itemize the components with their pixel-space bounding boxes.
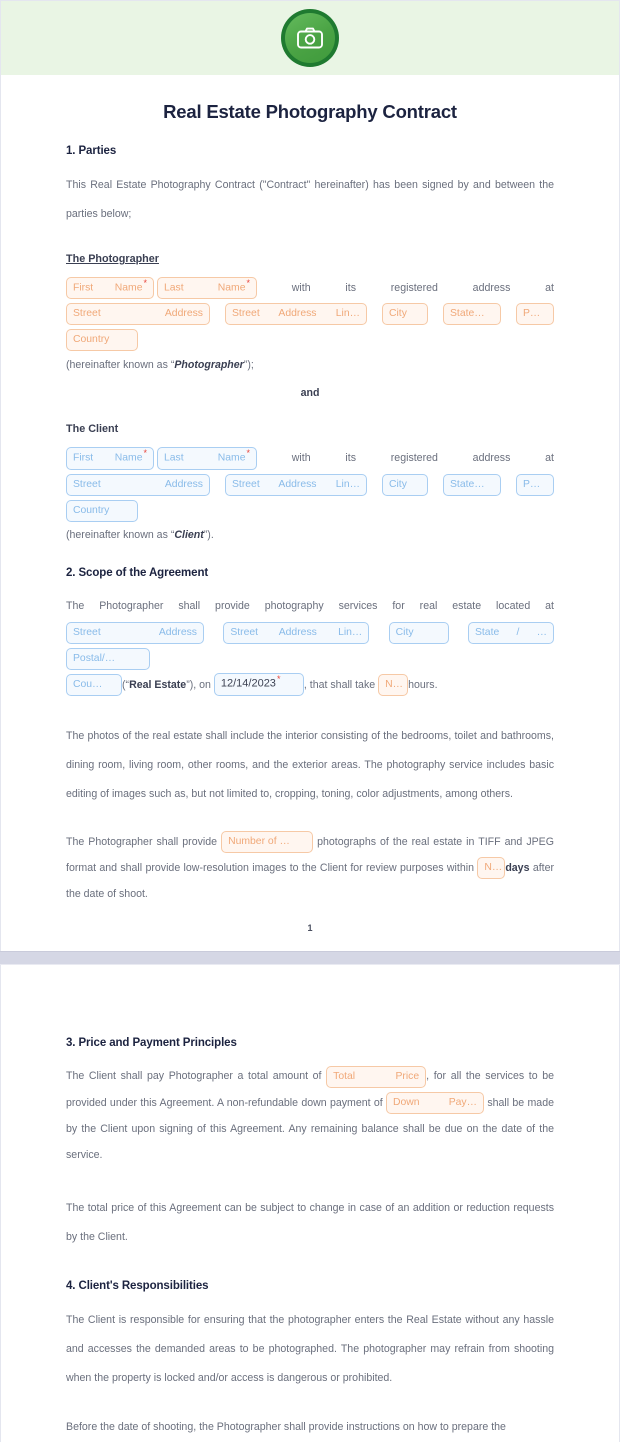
photographer-identity-row: First Name* Last Name* with its registere… <box>66 275 554 301</box>
client-heading: The Client <box>66 423 119 436</box>
total-price-field[interactable]: Total Price <box>326 1065 427 1088</box>
page-2-content: 3. Price and Payment Principles The Clie… <box>1 1037 619 1442</box>
price-pre-text: The Client shall pay Photographer a tota… <box>66 1070 322 1083</box>
document-page-1: Real Estate Photography Contract 1. Part… <box>0 0 620 952</box>
price-change-paragraph: The total price of this Agreement can be… <box>66 1202 554 1244</box>
review-days-field[interactable]: N… <box>477 857 506 880</box>
required-asterisk: * <box>246 448 250 459</box>
label-registered: registered <box>390 452 438 465</box>
page-2-top-margin <box>1 965 619 1037</box>
label-address: address <box>472 452 511 465</box>
delivery-pre-text: The Photographer shall provide <box>66 836 218 849</box>
photographer-state-field[interactable]: State… <box>443 303 501 326</box>
photographer-hereinafter: (hereinafter known as “Photographer”); <box>66 359 254 372</box>
scope-lead-row: The Photographer shall provide photograp… <box>66 593 554 619</box>
property-street-address-line2-field[interactable]: Street Address Lin… <box>223 621 370 644</box>
client-responsibilities-paragraph-2: Before the date of shooting, the Photogr… <box>66 1421 506 1434</box>
property-city-field[interactable]: City <box>388 621 449 644</box>
property-postal-field[interactable]: Postal/… <box>66 647 150 670</box>
price-row: The Client shall pay Photographer a tota… <box>66 1063 554 1168</box>
client-identity-row: First Name* Last Name* with its registere… <box>66 445 554 471</box>
page-1-content: Real Estate Photography Contract 1. Part… <box>1 101 619 951</box>
logo <box>281 9 339 67</box>
document-header-band <box>1 0 619 75</box>
scope-address-row: Street Address Street Address Lin… City … <box>66 620 554 672</box>
required-asterisk: * <box>143 448 147 459</box>
photographer-street-address-line2-field[interactable]: Street Address Lin… <box>225 303 367 326</box>
property-street-address-field[interactable]: Street Address <box>66 621 204 644</box>
label-with: with <box>291 452 311 465</box>
shoot-hours-field[interactable]: N… <box>378 673 409 696</box>
client-country-field[interactable]: Country <box>66 499 138 522</box>
page-number: 1 <box>307 923 313 934</box>
photographer-last-name-field[interactable]: Last Name* <box>157 276 257 300</box>
client-city-field[interactable]: City <box>382 473 428 496</box>
section-4-heading: 4. Client's Responsibilities <box>66 1280 209 1293</box>
days-label: days <box>505 862 530 875</box>
page-break-divider <box>0 951 620 966</box>
scope-date-row: Cou… (“Real Estate”), on 12/14/2023*, tha… <box>66 672 554 698</box>
delivery-row: The Photographer shall provide Number of… <box>66 829 554 908</box>
label-address: address <box>472 282 511 295</box>
section-1-heading: 1. Parties <box>66 145 117 157</box>
client-address-row: Street Address Street Address Lin… City … <box>66 471 554 523</box>
required-asterisk: * <box>276 674 281 685</box>
section-3-heading: 3. Price and Payment Principles <box>66 1037 237 1050</box>
after-date-text: , that shall take <box>303 678 376 691</box>
shoot-date-field[interactable]: 12/14/2023* <box>213 673 304 697</box>
label-registered: registered <box>390 282 438 295</box>
client-postal-field[interactable]: P… <box>516 473 554 496</box>
required-asterisk: * <box>143 277 147 288</box>
photographer-heading: The Photographer <box>66 253 159 265</box>
contract-document: Real Estate Photography Contract 1. Part… <box>0 0 620 1446</box>
client-last-name-field[interactable]: Last Name* <box>157 447 257 470</box>
scope-lead-text: The Photographer shall provide photograp… <box>66 600 554 613</box>
and-separator: and <box>300 387 320 400</box>
label-its: its <box>345 452 356 465</box>
section-1-intro: This Real Estate Photography Contract ("… <box>66 179 554 220</box>
down-payment-field[interactable]: Down Pay… <box>386 1091 485 1114</box>
client-street-address-line2-field[interactable]: Street Address Lin… <box>225 473 367 496</box>
after-hours-text: hours. <box>408 678 438 691</box>
photographer-postal-field[interactable]: P… <box>516 303 554 326</box>
photographer-country-field[interactable]: Country <box>66 329 138 352</box>
document-page-2: 3. Price and Payment Principles The Clie… <box>0 965 620 1443</box>
scope-photos-paragraph: The photos of the real estate shall incl… <box>66 729 554 800</box>
client-first-name-field[interactable]: First Name* <box>66 447 154 470</box>
client-hereinafter: (hereinafter known as “Client”). <box>66 529 214 542</box>
property-state-field[interactable]: State / … <box>467 621 554 644</box>
property-country-field[interactable]: Cou… <box>66 673 122 696</box>
required-asterisk: * <box>246 277 250 288</box>
label-at: at <box>545 282 554 295</box>
label-with: with <box>291 282 311 295</box>
real-estate-term-wrap: (“Real Estate”), on <box>122 678 211 691</box>
label-its: its <box>345 282 356 295</box>
label-at: at <box>545 452 554 465</box>
photographer-first-name-field[interactable]: First Name* <box>66 276 154 300</box>
client-responsibilities-paragraph-1: The Client is responsible for ensuring t… <box>66 1314 554 1385</box>
page-title: Real Estate Photography Contract <box>163 101 457 122</box>
camera-icon <box>285 13 335 63</box>
photographer-street-address-field[interactable]: Street Address <box>66 303 210 326</box>
client-state-field[interactable]: State… <box>443 473 501 496</box>
client-street-address-field[interactable]: Street Address <box>66 473 210 496</box>
photographer-city-field[interactable]: City <box>382 303 428 326</box>
section-2-heading: 2. Scope of the Agreement <box>66 567 209 580</box>
photographer-address-row: Street Address Street Address Lin… City … <box>66 301 554 353</box>
number-of-photographs-field[interactable]: Number of … <box>221 831 314 854</box>
